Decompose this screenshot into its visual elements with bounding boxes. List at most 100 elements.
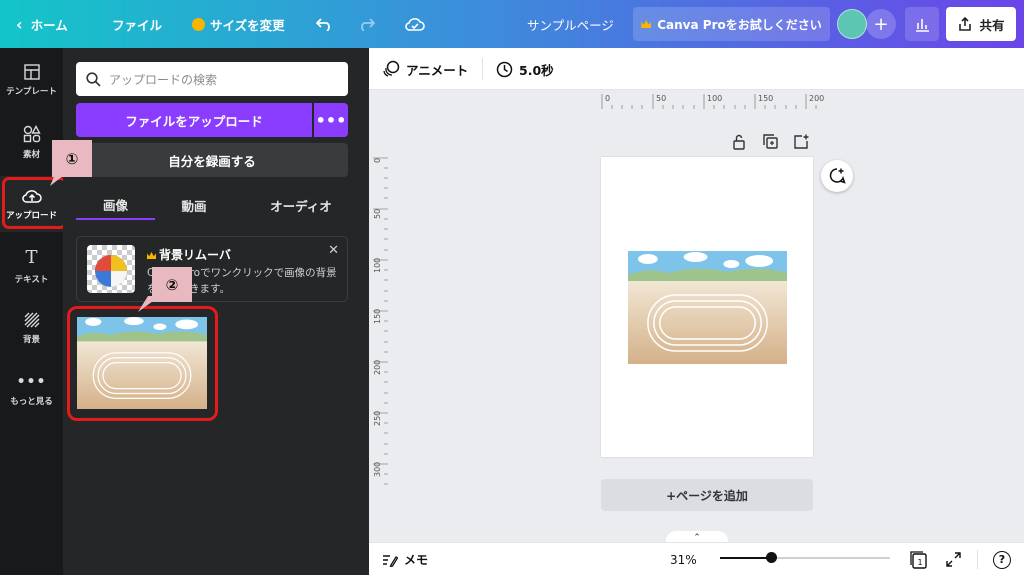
background-remover-promo[interactable]: 背景リムーバ Canva Proでワンクリックで画像の背景を削除できます。 ✕ [76, 236, 348, 302]
design-title[interactable]: サンプルページ [527, 0, 614, 48]
notes-icon [383, 554, 398, 567]
chevron-left-icon: ‹ [16, 14, 23, 34]
ruler-tick-label: 0 [373, 158, 382, 163]
editor-footer: メモ 31% 1 ? [369, 542, 1024, 575]
fullscreen-button[interactable] [946, 543, 961, 575]
search-placeholder: アップロードの検索 [109, 72, 218, 87]
redo-icon [361, 18, 375, 31]
add-page-icon-button[interactable] [794, 134, 809, 153]
toolbar-divider [482, 58, 483, 80]
cloud-save-status[interactable] [405, 0, 425, 48]
share-button[interactable]: 共有 [946, 7, 1016, 41]
animate-label: アニメート [406, 62, 469, 78]
insights-button[interactable] [905, 7, 939, 41]
canva-pro-label: Canva Proをお試しください [657, 17, 822, 32]
zoom-slider-thumb[interactable] [765, 552, 777, 563]
share-icon [959, 16, 972, 31]
notes-label: メモ [404, 553, 429, 567]
duration-button[interactable]: 5.0秒 [496, 48, 554, 90]
rail-item-text[interactable]: T テキスト [0, 238, 63, 294]
design-title-text: サンプルページ [527, 17, 614, 33]
ruler-tick-label: 50 [373, 209, 382, 219]
animate-icon [383, 60, 400, 77]
plus-icon: + [873, 13, 889, 35]
rail-label: テンプレート [6, 86, 57, 97]
rail-label: 背景 [22, 334, 40, 345]
uploaded-image-thumbnail[interactable] [77, 317, 207, 409]
close-icon[interactable]: ✕ [328, 243, 339, 258]
upload-more-button[interactable]: ••• [314, 103, 348, 137]
page-count: 1 [918, 558, 923, 567]
rail-label: もっと見る [10, 396, 53, 407]
resize-button[interactable]: サイズを変更 [192, 0, 285, 48]
elements-icon [23, 124, 41, 142]
zoom-slider-fill [720, 557, 771, 559]
redo-button[interactable] [357, 0, 375, 48]
page-count-button[interactable]: 1 [910, 543, 928, 575]
left-rail: テンプレート 素材 アップロード T テキスト 背景 ••• もっと見る [0, 48, 63, 575]
rail-item-templates[interactable]: テンプレート [0, 52, 63, 108]
search-icon [86, 71, 101, 87]
search-input[interactable]: アップロードの検索 [76, 62, 348, 96]
notes-button[interactable]: メモ [382, 543, 428, 575]
promo-title: 背景リムーバ [147, 246, 231, 263]
zoom-level[interactable]: 31% [670, 543, 697, 575]
ruler-tick-label: 300 [373, 462, 382, 477]
avatar[interactable] [837, 9, 867, 39]
crown-icon [641, 20, 652, 28]
ruler-vertical: 0 50 100 150 200 250 300 [373, 157, 388, 485]
lock-page-button[interactable] [732, 134, 746, 154]
upload-files-button[interactable]: ファイルをアップロード [76, 103, 312, 137]
invite-button[interactable]: + [866, 9, 896, 39]
share-label: 共有 [979, 17, 1005, 33]
top-bar: ‹ ホーム ファイル サイズを変更 サンプルページ Canva Proをお試しく… [0, 0, 1024, 48]
file-menu[interactable]: ファイル [112, 0, 162, 48]
duration-label: 5.0秒 [519, 62, 554, 78]
footer-divider [977, 550, 978, 569]
ruler-tick-label: 200 [809, 94, 824, 103]
add-page-button[interactable]: +ページを追加 [601, 479, 813, 511]
placed-track-image[interactable] [628, 251, 787, 364]
callout-2-pointer [138, 296, 160, 312]
media-tabs: 画像 動画 オーディオ [76, 190, 348, 222]
crown-icon [147, 252, 156, 259]
editor-toolbar: アニメート 5.0秒 [369, 48, 1024, 90]
ruler-tick-label: 100 [373, 258, 382, 273]
expand-icon [946, 552, 961, 567]
duplicate-page-button[interactable] [763, 134, 778, 153]
add-page-icon [794, 134, 809, 149]
rail-item-more[interactable]: ••• もっと見る [0, 362, 63, 418]
pages-icon: 1 [910, 550, 927, 569]
record-yourself-button[interactable]: 自分を録画する [76, 143, 348, 177]
tab-images[interactable]: 画像 [76, 190, 155, 220]
ruler-tick-label: 0 [605, 94, 610, 103]
add-comment-button[interactable] [821, 160, 853, 192]
template-icon [23, 63, 40, 80]
ruler-tick-label: 150 [373, 309, 382, 324]
ruler-tick-label: 50 [656, 94, 666, 103]
ruler-tick-label: 200 [373, 360, 382, 375]
help-button[interactable]: ? [993, 543, 1011, 575]
file-label: ファイル [112, 17, 163, 33]
rail-item-background[interactable]: 背景 [0, 300, 63, 356]
more-icon: ••• [16, 373, 47, 390]
tab-videos[interactable]: 動画 [162, 190, 226, 220]
duplicate-icon [763, 134, 778, 149]
text-icon: T [25, 247, 38, 268]
callout-1-pointer [50, 172, 68, 186]
tab-audio[interactable]: オーディオ [254, 190, 348, 220]
canva-pro-button[interactable]: Canva Proをお試しください [633, 7, 830, 41]
clock-icon [496, 61, 513, 77]
animate-button[interactable]: アニメート [382, 48, 468, 90]
undo-button[interactable] [316, 0, 334, 48]
unlock-icon [733, 134, 745, 150]
beach-ball-image [87, 245, 135, 293]
ruler-horizontal: 0 50 100 150 200 [601, 94, 824, 109]
ruler-tick-label: 250 [373, 411, 382, 426]
resize-label: サイズを変更 [210, 17, 285, 33]
bar-chart-icon [916, 19, 929, 32]
home-button[interactable]: ‹ ホーム [16, 0, 68, 48]
comment-icon [829, 168, 846, 184]
undo-icon [316, 18, 330, 31]
background-icon [24, 312, 39, 327]
